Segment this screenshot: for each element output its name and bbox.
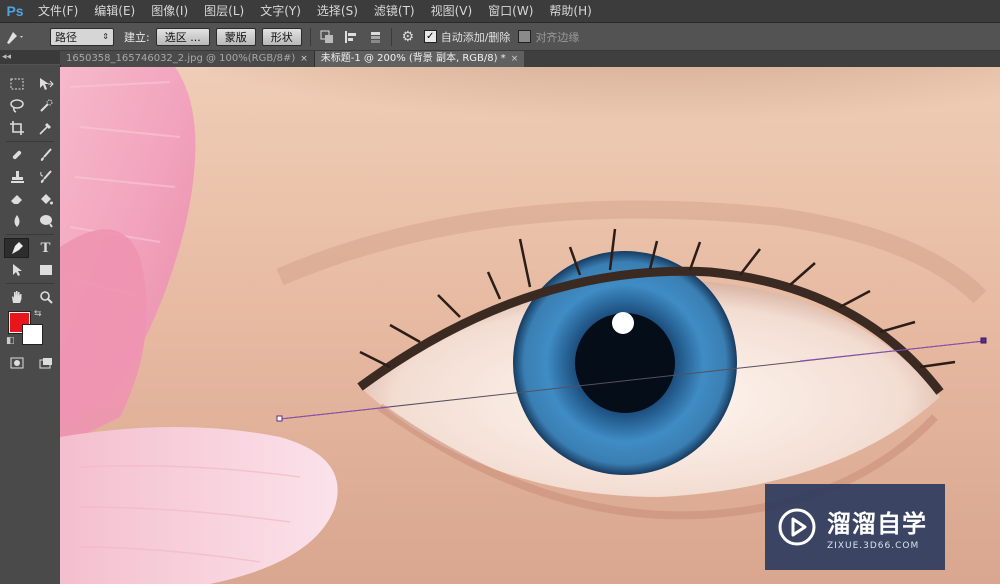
menu-window[interactable]: 窗口(W) [480, 0, 541, 22]
healing-brush-icon[interactable] [4, 145, 29, 165]
rectangle-icon[interactable] [33, 260, 58, 280]
lasso-icon[interactable] [4, 96, 29, 116]
menu-help[interactable]: 帮助(H) [541, 0, 599, 22]
menu-filter[interactable]: 滤镜(T) [366, 0, 423, 22]
auto-add-delete-checkbox[interactable]: ✓ [423, 30, 437, 43]
clone-stamp-icon[interactable] [4, 167, 29, 187]
tool-row [0, 144, 60, 166]
menu-bar: Ps 文件(F) 编辑(E) 图像(I) 图层(L) 文字(Y) 选择(S) 滤… [0, 0, 1000, 23]
menu-edit[interactable]: 编辑(E) [86, 0, 143, 22]
crop-icon[interactable] [4, 118, 29, 138]
watermark-title: 溜溜自学 [827, 509, 927, 538]
eraser-icon[interactable] [4, 189, 29, 209]
blur-icon[interactable] [4, 211, 29, 231]
tool-row [0, 352, 60, 374]
watermark: 溜溜自学 ZIXUE.3D66.COM [765, 484, 945, 570]
toolbox: T ⇆ ◧ [0, 65, 61, 584]
mode-select[interactable]: 路径 ⇕ [50, 27, 114, 46]
tab-title: 未标题-1 @ 200% (背景 副本, RGB/8) * [320, 53, 506, 64]
paint-bucket-icon[interactable] [33, 189, 58, 209]
gear-icon[interactable]: ⚙ [400, 29, 416, 45]
close-icon[interactable]: × [300, 51, 308, 67]
align-edges-checkbox[interactable] [518, 30, 532, 43]
mode-select-value: 路径 [55, 30, 77, 44]
close-icon[interactable]: × [511, 51, 519, 67]
divider [6, 283, 54, 284]
options-bar: 路径 ⇕ 建立: 选区 ... 蒙版 形状 ⚙ ✓ 自动添加/删除 对齐边缘 [0, 23, 1000, 51]
tool-row [0, 95, 60, 117]
play-logo-icon [778, 508, 816, 546]
path-alignment-icon[interactable] [343, 29, 359, 45]
marquee-icon[interactable] [4, 74, 29, 94]
tool-row [0, 73, 60, 95]
check-icon: ✓ [426, 31, 435, 42]
menu-image[interactable]: 图像(I) [143, 0, 196, 22]
tool-row [0, 286, 60, 308]
tool-row [0, 117, 60, 139]
type-icon[interactable]: T [33, 238, 58, 258]
brush-icon[interactable] [33, 145, 58, 165]
pen-icon [7, 31, 23, 44]
tool-row [0, 166, 60, 188]
make-mask-button[interactable]: 蒙版 [215, 27, 256, 46]
move-icon[interactable] [33, 74, 58, 94]
tool-row [0, 210, 60, 232]
divider [6, 141, 54, 142]
pen-icon[interactable] [4, 238, 29, 258]
path-operations-icon[interactable] [319, 29, 335, 45]
tool-row: T [0, 237, 60, 259]
tool-row [0, 259, 60, 281]
divider [390, 27, 392, 46]
auto-add-delete-label: 自动添加/删除 [440, 30, 511, 44]
menu-file[interactable]: 文件(F) [30, 0, 86, 22]
eyedropper-icon[interactable] [33, 118, 58, 138]
panel-collapse-toggle[interactable]: ◂◂ [0, 51, 60, 64]
quick-mask-icon[interactable] [4, 353, 29, 373]
path-arrangement-icon[interactable] [367, 29, 383, 45]
path-select-icon[interactable] [4, 260, 29, 280]
color-swatches: ⇆ ◧ [0, 308, 60, 352]
make-shape-button[interactable]: 形状 [261, 27, 302, 46]
screen-mode-icon[interactable] [33, 353, 58, 373]
hand-icon[interactable] [4, 287, 29, 307]
watermark-url: ZIXUE.3D66.COM [827, 540, 920, 551]
photoshop-logo: Ps [6, 3, 24, 19]
quick-select-icon[interactable] [33, 96, 58, 116]
make-selection-button[interactable]: 选区 ... [155, 27, 210, 46]
divider [6, 234, 54, 235]
menu-view[interactable]: 视图(V) [423, 0, 481, 22]
menu-layer[interactable]: 图层(L) [196, 0, 252, 22]
dodge-icon[interactable] [33, 211, 58, 231]
select-arrows-icon: ⇕ [102, 32, 109, 41]
document-tab[interactable]: 1650358_165746032_2.jpg @ 100%(RGB/8#) × [60, 51, 315, 67]
tool-row [0, 188, 60, 210]
swap-colors-icon[interactable]: ⇆ [34, 309, 42, 319]
background-color-swatch[interactable] [22, 324, 43, 345]
make-label: 建立: [124, 30, 150, 44]
divider [309, 27, 311, 46]
document-tab-bar: 1650358_165746032_2.jpg @ 100%(RGB/8#) ×… [60, 51, 1000, 67]
tab-title: 1650358_165746032_2.jpg @ 100%(RGB/8#) [66, 53, 296, 64]
tool-preset-picker[interactable] [0, 29, 30, 45]
menu-type[interactable]: 文字(Y) [252, 0, 309, 22]
history-brush-icon[interactable] [33, 167, 58, 187]
zoom-icon[interactable] [33, 287, 58, 307]
menu-select[interactable]: 选择(S) [309, 0, 366, 22]
default-colors-icon[interactable]: ◧ [6, 336, 15, 346]
document-tab-active[interactable]: 未标题-1 @ 200% (背景 副本, RGB/8) * × [314, 51, 525, 67]
align-edges-label: 对齐边缘 [535, 30, 580, 44]
